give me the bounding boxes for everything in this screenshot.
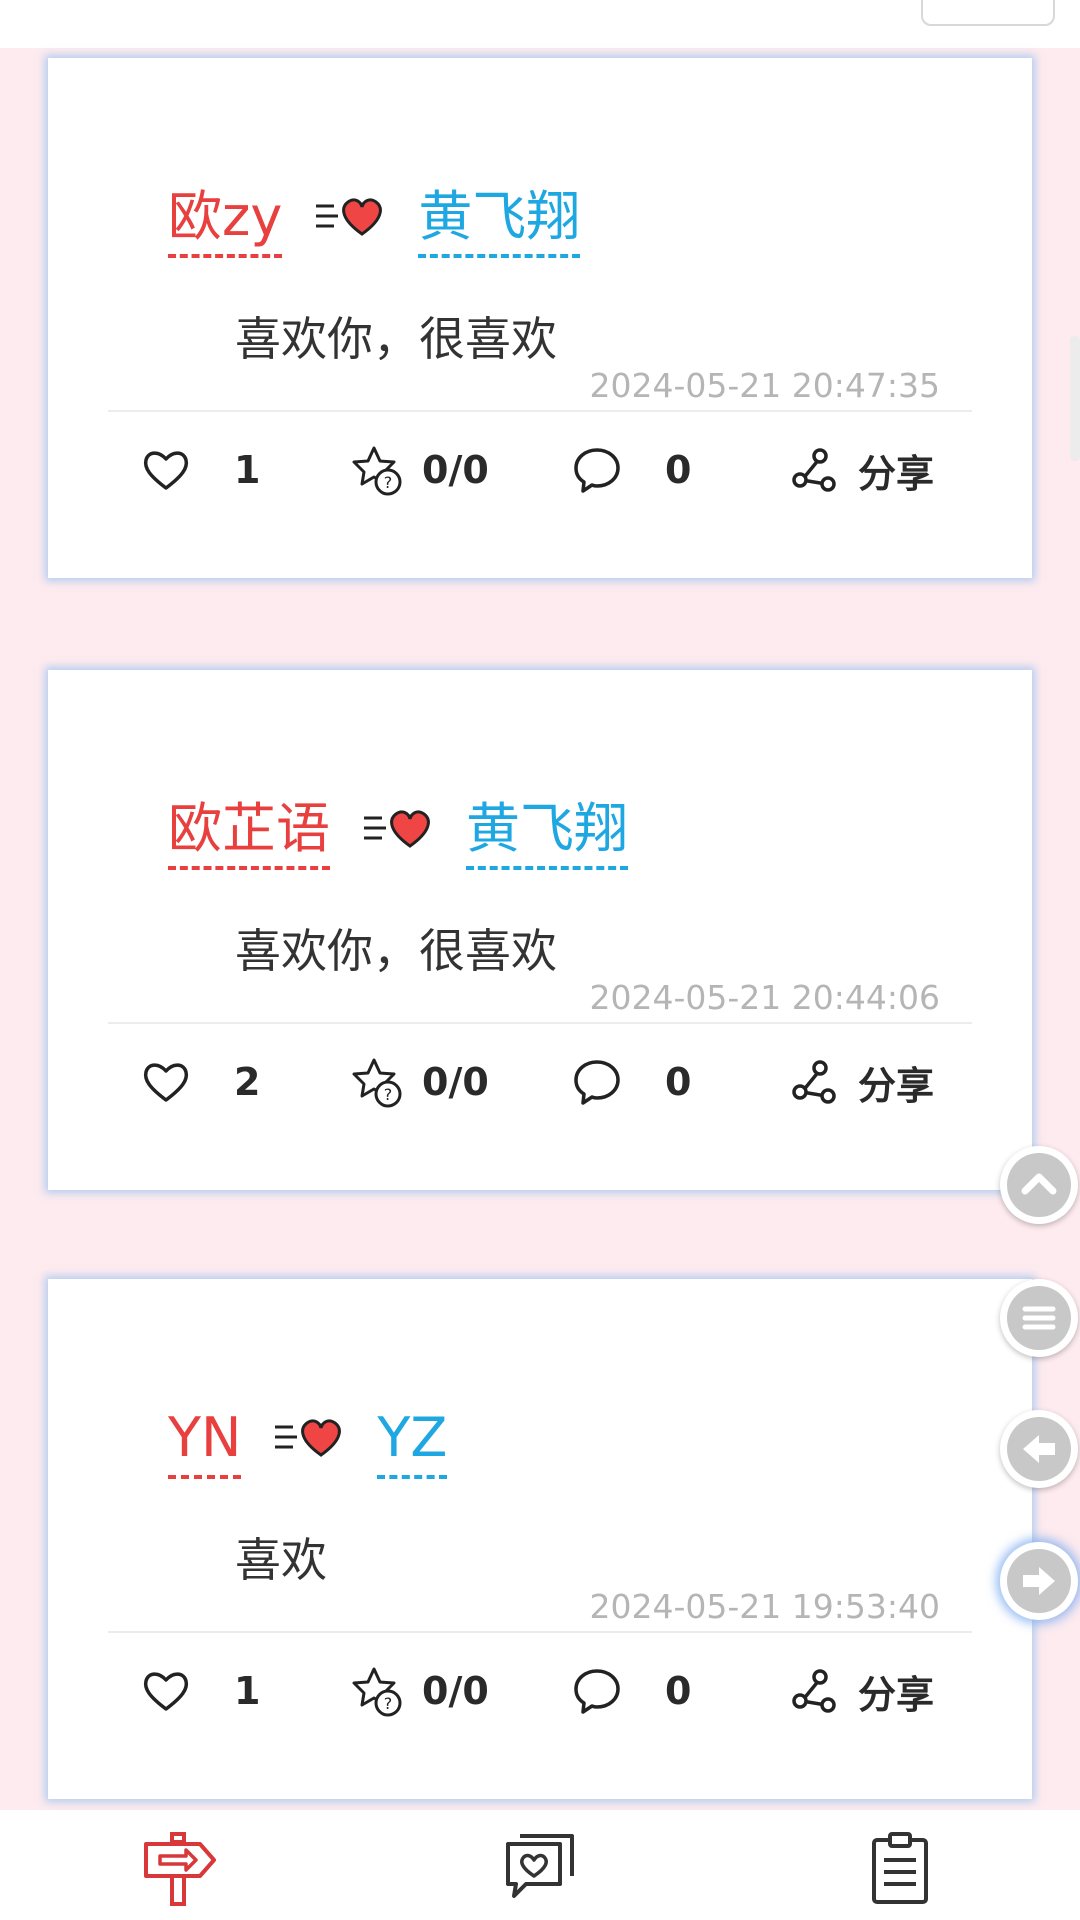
to-name[interactable]: 黄飞翔	[466, 796, 628, 870]
to-name[interactable]: YZ	[377, 1405, 448, 1479]
share-icon	[792, 1060, 836, 1104]
heart-icon	[143, 1063, 189, 1102]
nav-item-records[interactable]	[800, 1810, 1000, 1920]
comment-count: 0	[665, 1669, 692, 1713]
from-name[interactable]: 欧zy	[168, 184, 283, 258]
confession-message: 喜欢你，很喜欢	[235, 312, 557, 366]
share-icon	[792, 448, 836, 492]
confession-message: 喜欢你，很喜欢	[235, 924, 557, 978]
like-count: 1	[234, 1669, 261, 1713]
share-label: 分享	[858, 1063, 935, 1108]
bet-button[interactable]: ? 0/0	[352, 1052, 489, 1112]
divider	[108, 410, 972, 412]
names-row: 欧zy 黄飞翔	[168, 178, 581, 258]
share-label: 分享	[858, 1672, 935, 1717]
like-count: 1	[234, 448, 261, 492]
divider	[108, 1631, 972, 1633]
bottom-nav	[0, 1810, 1080, 1920]
comment-button[interactable]: 0	[571, 440, 691, 500]
love-arrow-icon	[316, 198, 383, 236]
post-timestamp: 2024-05-21 20:47:35	[589, 366, 940, 405]
comment-button[interactable]: 0	[571, 1661, 691, 1721]
like-button[interactable]: 2	[140, 1052, 260, 1112]
signpost-icon	[144, 1832, 216, 1906]
like-button[interactable]: 1	[140, 440, 260, 500]
post-timestamp: 2024-05-21 20:44:06	[589, 978, 940, 1017]
previous-page-button[interactable]	[1000, 1410, 1078, 1488]
comment-button[interactable]: 0	[571, 1052, 691, 1112]
top-header	[0, 0, 1080, 48]
svg-text:?: ?	[384, 473, 393, 492]
comment-icon	[574, 448, 620, 493]
names-row: YN YZ	[168, 1399, 448, 1479]
scroll-top-button[interactable]	[1000, 1146, 1078, 1224]
share-label: 分享	[858, 451, 935, 496]
bet-button[interactable]: ? 0/0	[352, 440, 489, 500]
love-arrow-icon	[364, 810, 430, 848]
confession-message: 喜欢	[235, 1533, 327, 1587]
confession-card[interactable]: 欧zy 黄飞翔 喜欢你，很喜欢 2024-05-21 20:47:35 1 ?	[48, 58, 1032, 578]
header-button[interactable]	[921, 0, 1055, 26]
svg-text:?: ?	[384, 1085, 393, 1104]
chevron-up-icon	[1021, 1173, 1057, 1195]
comment-count: 0	[665, 448, 692, 492]
star-question-icon: ?	[352, 1058, 402, 1108]
share-button[interactable]: 分享	[788, 1052, 934, 1112]
arrow-right-icon	[1023, 1567, 1055, 1595]
post-timestamp: 2024-05-21 19:53:40	[589, 1587, 940, 1626]
love-arrow-icon	[275, 1419, 342, 1457]
page: 欧zy 黄飞翔 喜欢你，很喜欢 2024-05-21 20:47:35 1 ?	[0, 0, 1080, 1920]
share-button[interactable]: 分享	[788, 1661, 934, 1721]
bet-count: 0/0	[422, 1669, 489, 1713]
comment-icon	[574, 1060, 620, 1105]
from-name[interactable]: 欧芷语	[168, 796, 330, 870]
clipboard-icon	[872, 1832, 928, 1904]
heart-icon	[143, 1672, 189, 1711]
comment-count: 0	[665, 1060, 692, 1104]
arrow-left-icon	[1023, 1435, 1055, 1463]
scroll-indicator[interactable]	[1070, 336, 1080, 461]
love-message-icon	[506, 1834, 574, 1898]
bet-count: 0/0	[422, 448, 489, 492]
menu-icon	[1022, 1306, 1056, 1330]
confession-card[interactable]: YN YZ 喜欢 2024-05-21 19:53:40 1 ? 0/0 0 分…	[48, 1279, 1032, 1799]
share-icon	[792, 1669, 836, 1713]
to-name[interactable]: 黄飞翔	[418, 184, 581, 258]
nav-item-confess[interactable]	[440, 1810, 640, 1920]
divider	[108, 1022, 972, 1024]
share-button[interactable]: 分享	[788, 440, 934, 500]
menu-button[interactable]	[1000, 1279, 1078, 1357]
like-button[interactable]: 1	[140, 1661, 260, 1721]
star-question-icon: ?	[352, 1667, 402, 1717]
star-question-icon: ?	[352, 446, 402, 496]
heart-icon	[143, 451, 189, 490]
bet-count: 0/0	[422, 1060, 489, 1104]
like-count: 2	[234, 1060, 261, 1104]
next-page-button[interactable]	[1000, 1542, 1078, 1620]
comment-icon	[574, 1669, 620, 1714]
names-row: 欧芷语 黄飞翔	[168, 790, 628, 870]
confession-card[interactable]: 欧芷语 黄飞翔 喜欢你，很喜欢 2024-05-21 20:44:06 2 ?	[48, 670, 1032, 1190]
svg-text:?: ?	[384, 1694, 393, 1713]
bet-button[interactable]: ? 0/0	[352, 1661, 489, 1721]
nav-item-home[interactable]	[80, 1810, 280, 1920]
from-name[interactable]: YN	[168, 1405, 242, 1479]
